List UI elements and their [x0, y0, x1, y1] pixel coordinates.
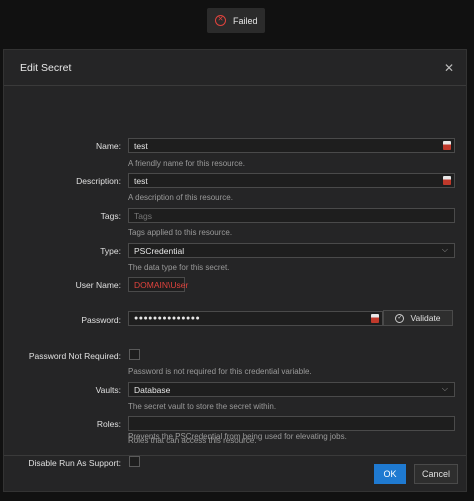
vaults-label: Vaults:: [95, 385, 121, 395]
validate-label: Validate: [410, 313, 441, 323]
keepass-icon[interactable]: [371, 314, 379, 323]
tags-input[interactable]: Tags: [128, 208, 455, 223]
description-input[interactable]: test: [128, 173, 455, 188]
toast-text: Failed: [233, 15, 258, 26]
description-label: Description:: [76, 176, 121, 186]
ok-button[interactable]: OK: [374, 464, 406, 484]
vaults-help: The secret vault to store the secret wit…: [128, 402, 277, 411]
disable-run-as-support-help: Prevents the PSCredential from being use…: [128, 432, 347, 441]
failed-toast: ✕ Failed: [207, 8, 265, 33]
secret-form: Name: test A friendly name for this reso…: [4, 86, 466, 457]
user-name-value: DOMAIN\User: [134, 279, 189, 290]
name-help: A friendly name for this resource.: [128, 159, 245, 168]
roles-label: Roles:: [96, 419, 121, 429]
dialog-header: Edit Secret ✕: [4, 50, 466, 86]
description-help: A description of this resource.: [128, 193, 233, 202]
password-not-required-label: Password Not Required:: [28, 351, 121, 361]
chevron-down-icon: ⌵: [441, 245, 448, 254]
type-help: The data type for this secret.: [128, 263, 230, 272]
password-label: Password:: [81, 315, 121, 325]
validate-button[interactable]: ✓ Validate: [383, 310, 453, 326]
close-icon[interactable]: ✕: [444, 61, 454, 75]
password-value: ●●●●●●●●●●●●●●: [134, 315, 201, 322]
type-select[interactable]: PSCredential ⌵: [128, 243, 455, 258]
description-value: test: [134, 175, 148, 186]
user-name-input[interactable]: DOMAIN\User: [128, 277, 189, 292]
tags-label: Tags:: [100, 211, 121, 221]
user-name-label: User Name:: [75, 280, 121, 290]
type-label: Type:: [100, 246, 121, 256]
tags-help: Tags applied to this resource.: [128, 228, 233, 237]
name-input[interactable]: test: [128, 138, 455, 153]
check-circle-icon: ✓: [395, 313, 405, 323]
keepass-icon[interactable]: [443, 176, 451, 185]
keepass-icon[interactable]: [443, 141, 451, 150]
dialog-title: Edit Secret: [20, 61, 72, 74]
vaults-value: Database: [134, 384, 171, 395]
dialog-footer: OK Cancel: [4, 455, 466, 491]
password-not-required-checkbox[interactable]: [129, 349, 140, 360]
chevron-down-icon: ⌵: [441, 384, 448, 393]
password-input[interactable]: ●●●●●●●●●●●●●●: [128, 311, 383, 326]
edit-secret-dialog: Edit Secret ✕ Name: test A friendly name…: [3, 49, 467, 492]
cancel-button[interactable]: Cancel: [414, 464, 458, 484]
roles-input[interactable]: [128, 416, 455, 431]
name-value: test: [134, 140, 148, 151]
password-not-required-help: Password is not required for this creden…: [128, 367, 312, 376]
type-value: PSCredential: [134, 245, 185, 256]
vaults-select[interactable]: Database ⌵: [128, 382, 455, 397]
name-label: Name:: [95, 141, 121, 151]
tags-placeholder: Tags: [134, 210, 152, 221]
x-circle-icon: ✕: [215, 15, 226, 26]
